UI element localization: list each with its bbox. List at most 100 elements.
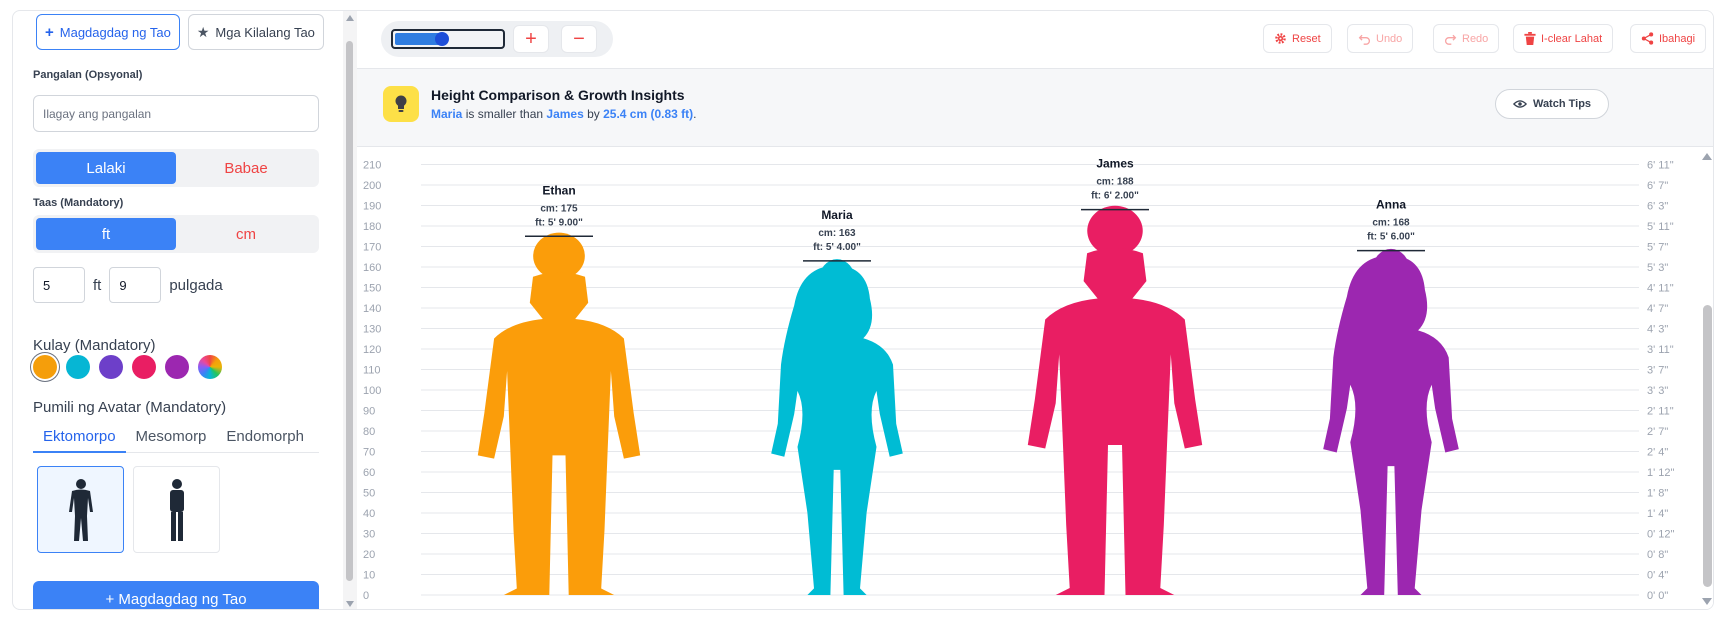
scroll-down-icon[interactable] <box>346 601 354 607</box>
gender-male-option[interactable]: Lalaki <box>36 152 176 184</box>
height-inches-input[interactable]: 9 <box>109 267 162 303</box>
y-tick-cm: 60 <box>363 467 375 479</box>
share-icon <box>1641 32 1654 45</box>
add-person-tab-label: Magdagdag ng Tao <box>59 24 171 40</box>
person-silhouette-anna <box>1323 255 1459 595</box>
y-tick-cm: 30 <box>363 529 375 541</box>
zoom-slider-knob[interactable] <box>434 32 449 46</box>
color-swatch-indigo[interactable] <box>99 355 123 379</box>
y-tick-cm: 210 <box>363 160 381 172</box>
undo-button[interactable]: Undo <box>1347 24 1414 53</box>
y-tick-ft: 0' 8" <box>1647 549 1668 561</box>
insight-middle: is smaller than <box>462 107 547 121</box>
y-tick-ft: 0' 4" <box>1647 570 1668 582</box>
share-button[interactable]: Ibahagi <box>1630 24 1707 53</box>
redo-button[interactable]: Redo <box>1433 24 1500 53</box>
reset-button[interactable]: Reset <box>1263 24 1332 53</box>
chart-scroll-thumb[interactable] <box>1703 305 1712 587</box>
name-input[interactable] <box>33 95 319 132</box>
sidebar-scrollbar[interactable] <box>343 11 357 609</box>
insight-panel: Height Comparison & Growth Insights Mari… <box>357 69 1713 147</box>
zoom-slider-fill <box>395 32 449 46</box>
sidebar-top-buttons: + Magdagdag ng Tao ★ Mga Kilalang Tao <box>36 14 324 50</box>
height-chart: 0 0' 0" 10 0' 4" 20 0' 8" 30 0' 12" 40 1' 4" 50 1' … <box>357 147 1713 609</box>
zoom-in-button[interactable]: + <box>513 25 549 53</box>
insight-end: . <box>693 107 697 121</box>
famous-people-tab-label: Mga Kilalang Tao <box>215 24 315 40</box>
y-tick-ft: 2' 11" <box>1647 406 1674 418</box>
person-silhouette-icon <box>68 478 93 541</box>
add-person-button[interactable]: + Magdagdag ng Tao <box>33 581 319 609</box>
main-panel: + − Reset Undo Redo I-clear Lahat Ibahag… <box>357 11 1713 609</box>
y-tick-ft: 4' 7" <box>1647 303 1668 315</box>
insight-person-a: Maria <box>431 107 463 121</box>
scroll-down-icon[interactable] <box>1702 598 1712 605</box>
y-tick-cm: 120 <box>363 344 381 356</box>
scroll-up-icon[interactable] <box>1702 153 1712 160</box>
y-tick-ft: 1' 8" <box>1647 488 1668 500</box>
height-inputs: 5 ft 9 pulgada <box>33 267 223 303</box>
unit-ft-option[interactable]: ft <box>36 218 176 250</box>
app-window: + Magdagdag ng Tao ★ Mga Kilalang Tao Pa… <box>12 10 1714 610</box>
custom-color-wheel-icon[interactable] <box>198 355 222 379</box>
y-tick-ft: 3' 7" <box>1647 365 1668 377</box>
person-ft-label-maria: ft: 5' 4.00" <box>813 242 861 253</box>
color-swatch-orange[interactable] <box>33 355 57 379</box>
gender-female-option[interactable]: Babae <box>176 152 316 184</box>
color-label: Kulay (Mandatory) <box>33 337 156 354</box>
y-tick-cm: 130 <box>363 324 381 336</box>
sidebar-scroll-thumb[interactable] <box>346 41 353 581</box>
plus-icon: + <box>45 23 54 41</box>
zoom-out-button[interactable]: − <box>561 25 597 53</box>
zoom-controls: + − <box>381 21 613 57</box>
watch-tips-button[interactable]: Watch Tips <box>1495 89 1609 119</box>
person-ft-label-anna: ft: 5' 6.00" <box>1367 232 1415 243</box>
y-tick-ft: 4' 3" <box>1647 324 1668 336</box>
person-cm-label-anna: cm: 168 <box>1372 218 1410 229</box>
chart-scrollbar[interactable] <box>1699 147 1713 609</box>
insight-person-b: James <box>546 107 584 121</box>
insight-title: Height Comparison & Growth Insights <box>431 87 685 103</box>
avatar-label: Pumili ng Avatar (Mandatory) <box>33 399 227 416</box>
color-swatch-purple[interactable] <box>165 355 189 379</box>
name-label: Pangalan (Opsyonal) <box>33 69 143 81</box>
y-tick-ft: 6' 11" <box>1647 160 1674 172</box>
body-type-tabs: Ektomorpo Mesomorp Endomorph <box>33 421 319 453</box>
share-label: Ibahagi <box>1659 32 1696 45</box>
famous-people-tab[interactable]: ★ Mga Kilalang Tao <box>187 14 324 50</box>
scroll-up-icon[interactable] <box>346 15 354 21</box>
watch-tips-label: Watch Tips <box>1532 98 1592 110</box>
tab-endomorph[interactable]: Endomorph <box>216 421 314 452</box>
person-cm-label-james: cm: 188 <box>1096 177 1134 188</box>
y-tick-ft: 3' 11" <box>1647 344 1674 356</box>
y-tick-cm: 50 <box>363 488 375 500</box>
tab-mesomorph[interactable]: Mesomorp <box>126 421 217 452</box>
person-silhouette-james <box>1027 247 1203 595</box>
redo-label: Redo <box>1462 32 1489 45</box>
y-tick-cm: 140 <box>363 303 381 315</box>
clear-all-button[interactable]: I-clear Lahat <box>1513 24 1614 53</box>
avatar-options <box>37 466 220 553</box>
add-person-tab[interactable]: + Magdagdag ng Tao <box>36 14 180 50</box>
y-tick-cm: 160 <box>363 262 381 274</box>
y-tick-ft: 1' 4" <box>1647 508 1668 520</box>
y-tick-cm: 100 <box>363 385 381 397</box>
undo-icon <box>1358 34 1370 45</box>
y-tick-cm: 110 <box>363 365 381 377</box>
color-swatch-pink[interactable] <box>132 355 156 379</box>
insight-diff: 25.4 cm (0.83 ft) <box>603 107 694 121</box>
y-tick-cm: 200 <box>363 180 381 192</box>
unit-cm-option[interactable]: cm <box>176 218 316 250</box>
avatar-option-2[interactable] <box>133 466 220 553</box>
person-name-ethan: Ethan <box>542 183 575 197</box>
tab-ectomorph[interactable]: Ektomorpo <box>33 421 126 453</box>
zoom-slider[interactable] <box>391 29 505 49</box>
person-cm-label-maria: cm: 163 <box>818 228 856 239</box>
y-tick-ft: 6' 3" <box>1647 201 1668 213</box>
redo-icon <box>1445 34 1457 45</box>
avatar-option-1[interactable] <box>37 466 124 553</box>
clear-all-label: I-clear Lahat <box>1541 32 1603 45</box>
color-swatch-cyan[interactable] <box>66 355 90 379</box>
height-feet-input[interactable]: 5 <box>33 267 85 303</box>
inches-unit-label: pulgada <box>169 276 223 294</box>
